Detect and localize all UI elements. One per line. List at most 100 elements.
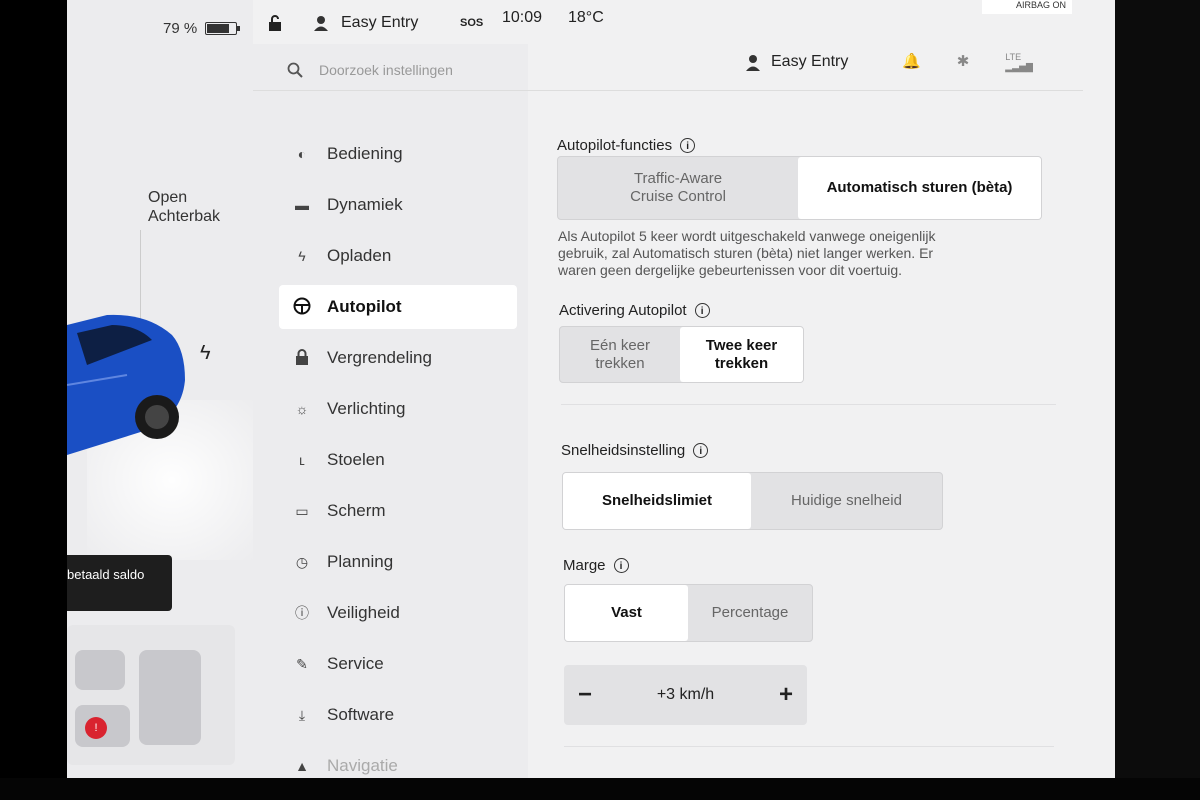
nav-label: Scherm (327, 501, 386, 520)
activation-segmented-control: Eén keer trekken Twee keer trekken (559, 326, 804, 383)
margin-title-row: Marge i (563, 557, 629, 574)
lte-signal-icon: LTE ▂▃▅▇ (1005, 52, 1033, 72)
nav-label: Vergrendeling (327, 348, 432, 367)
seat-front-left[interactable] (75, 650, 125, 690)
info-icon[interactable]: i (680, 138, 696, 153)
opt-line: Cruise Control (630, 188, 726, 205)
section-divider (561, 404, 1056, 405)
car-panel: 79 % Open Achterbak ϟ betaald saldo ! (67, 0, 257, 778)
open-trunk-button[interactable]: Open Achterbak (148, 188, 220, 226)
activation-title: Activering Autopilot (559, 302, 687, 319)
car-image (67, 314, 185, 455)
top-profile-name: Easy Entry (341, 14, 419, 31)
nav-item-scherm[interactable]: ▭ Scherm (279, 489, 517, 533)
saldo-text: betaald saldo (67, 567, 145, 582)
nav-item-service[interactable]: ✎ Service (279, 642, 517, 686)
speed-title-row: Snelheidsinstelling i (561, 442, 709, 459)
section-divider (564, 746, 1054, 747)
minus-button[interactable]: − (578, 681, 592, 709)
battery-percent: 79 % (163, 20, 198, 37)
bell-icon[interactable]: 🔔 (902, 52, 921, 72)
nav-item-verlichting[interactable]: ☼ Verlichting (279, 387, 517, 431)
info-icon[interactable]: i (694, 303, 710, 318)
top-profile[interactable]: Easy Entry (313, 14, 418, 32)
bolt-icon: ϟ (298, 248, 306, 264)
nav-item-veiligheid[interactable]: ⓘ Veiligheid (279, 591, 517, 635)
option-single-pull[interactable]: Eén keer trekken (560, 327, 680, 382)
desc-line: Als Autopilot 5 keer wordt uitgeschakeld… (558, 228, 936, 244)
battery-icon (205, 22, 241, 35)
margin-title: Marge (563, 557, 606, 574)
nav-label: Dynamiek (327, 195, 403, 214)
features-segmented-control: Traffic-Aware Cruise Control Automatisch … (557, 156, 1042, 220)
person-icon (314, 16, 328, 31)
nav-item-navigatie[interactable]: ▲ Navigatie (279, 744, 517, 778)
wrench-icon: ✎ (296, 655, 308, 672)
autopilot-strike-description: Als Autopilot 5 keer wordt uitgeschakeld… (558, 228, 1028, 279)
nav-item-stoelen[interactable]: ʟ Stoelen (279, 438, 517, 482)
features-title-row: Autopilot-functies i (557, 137, 696, 154)
desc-line: waren geen dergelijke gebeurtenissen voo… (558, 262, 902, 278)
display-icon: ▭ (295, 502, 309, 519)
bezel-right (1115, 0, 1200, 800)
nav-item-dynamiek[interactable]: ▬ Dynamiek (279, 183, 517, 227)
search-placeholder: Doorzoek instellingen (319, 62, 453, 78)
seat-front-right[interactable] (139, 650, 201, 745)
desc-line: gebruik, zal Automatisch sturen (bèta) n… (558, 245, 934, 261)
sun-icon: ☼ (295, 401, 309, 417)
nav-item-autopilot[interactable]: Autopilot (279, 285, 517, 329)
trunk-label-line1: Open (148, 189, 188, 206)
nav-label: Software (327, 705, 395, 724)
bezel-bottom (0, 778, 1200, 800)
trunk-label-line2: Achterbak (148, 208, 221, 225)
info-icon[interactable]: i (613, 558, 629, 573)
battery-fill (207, 24, 229, 33)
nav-item-vergrendeling[interactable]: Vergrendeling (279, 336, 517, 380)
seat-heater-panel[interactable]: ! (67, 625, 235, 765)
info-icon[interactable]: i (693, 443, 709, 458)
lock-open-icon[interactable] (267, 14, 283, 37)
lte-label: LTE (1005, 52, 1022, 62)
nav-label: Navigatie (327, 756, 398, 775)
nav-item-software[interactable]: ⤓ Software (279, 693, 517, 737)
nav-item-opladen[interactable]: ϟ Opladen (279, 234, 517, 278)
nav-item-bediening[interactable]: ◐ Bediening (279, 132, 517, 176)
option-fixed[interactable]: Vast (565, 585, 688, 641)
airbag-status: AIRBAG ON (982, 0, 1072, 14)
speed-title: Snelheidsinstelling (561, 442, 686, 459)
bluetooth-icon[interactable]: ✱ (957, 52, 970, 72)
option-double-pull[interactable]: Twee keer trekken (680, 327, 803, 382)
seat-icon: ʟ (299, 452, 305, 468)
opt-line: Traffic-Aware (633, 170, 723, 187)
sos-button[interactable]: SOS (460, 17, 483, 29)
plus-button[interactable]: + (779, 681, 793, 709)
option-traffic-aware-cruise[interactable]: Traffic-Aware Cruise Control (558, 157, 798, 219)
lock-icon (293, 348, 311, 368)
nav-item-planning[interactable]: ◷ Planning (279, 540, 517, 584)
user-profile[interactable]: Easy Entry (745, 53, 848, 71)
search-input[interactable]: Doorzoek instellingen (287, 62, 453, 78)
option-percentage[interactable]: Percentage (688, 585, 812, 641)
option-autosteer[interactable]: Automatisch sturen (bèta) (798, 157, 1041, 219)
saldo-notice[interactable]: betaald saldo (67, 555, 172, 611)
nav-label: Veiligheid (327, 603, 400, 622)
activation-title-row: Activering Autopilot i (559, 302, 710, 319)
toggle-icon: ◐ (297, 146, 307, 162)
download-icon: ⤓ (298, 706, 306, 723)
option-current-speed[interactable]: Huidige snelheid (751, 473, 942, 529)
screen: 79 % Open Achterbak ϟ betaald saldo ! Ea… (67, 0, 1115, 778)
option-speed-limit[interactable]: Snelheidslimiet (563, 473, 751, 529)
nav-label: Stoelen (327, 450, 385, 469)
nav-label: Opladen (327, 246, 392, 265)
search-divider (253, 90, 1083, 91)
clock-time: 10:09 (502, 9, 543, 26)
bezel-left (0, 0, 67, 800)
opt-line: Eén keer (589, 336, 651, 354)
margin-segmented-control: Vast Percentage (564, 584, 813, 642)
alert-icon: ⓘ (295, 605, 309, 621)
nav-label: Planning (327, 552, 394, 571)
settings-nav: ◐ Bediening ▬ Dynamiek ϟ Opladen Autopilot … (279, 132, 517, 778)
margin-value: +3 km/h (656, 686, 715, 703)
charging-bolt-icon: ϟ (200, 342, 211, 364)
seat-warning-icon: ! (85, 717, 107, 739)
